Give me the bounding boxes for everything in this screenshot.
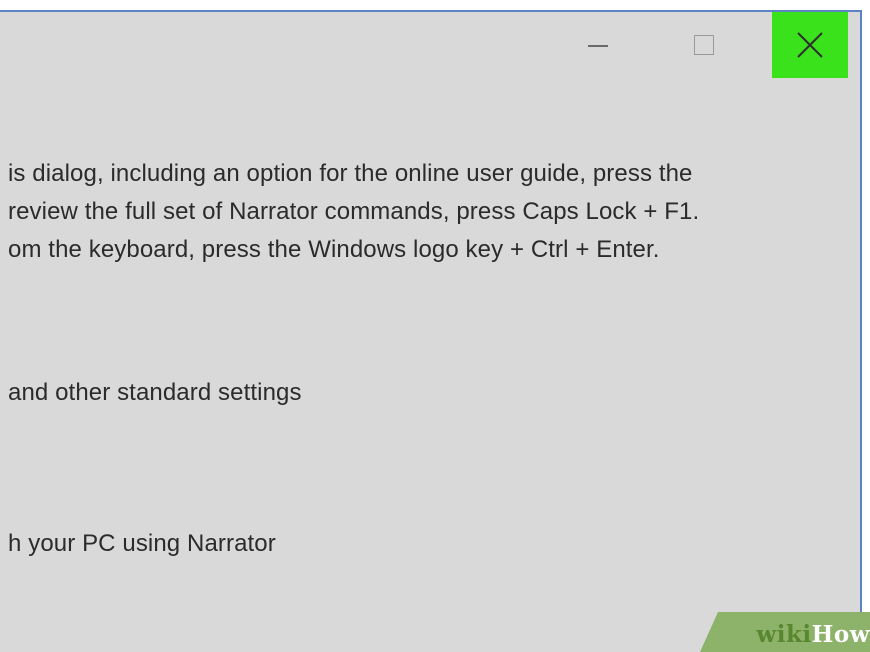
- maximize-button[interactable]: [680, 12, 728, 78]
- minimize-button[interactable]: [574, 12, 622, 78]
- minimize-icon: [588, 45, 608, 47]
- dialog-instruction-line-2: review the full set of Narrator commands…: [8, 198, 700, 225]
- watermark-text-wiki: wiki: [756, 621, 812, 648]
- wikihow-watermark: wikiHow: [700, 612, 870, 652]
- watermark-text-how: How: [811, 621, 870, 648]
- close-button[interactable]: [772, 12, 848, 78]
- narrator-settings-window: is dialog, including an option for the o…: [0, 10, 862, 652]
- dialog-instruction-line-3: om the keyboard, press the Windows logo …: [8, 236, 660, 263]
- close-icon: [797, 32, 823, 58]
- watermark-text: wikiHow: [756, 621, 870, 648]
- dialog-instruction-line-1: is dialog, including an option for the o…: [8, 160, 693, 187]
- narrator-link-text[interactable]: h your PC using Narrator: [8, 530, 276, 558]
- maximize-icon: [694, 35, 714, 55]
- title-bar: [0, 12, 860, 78]
- screenshot-stage: is dialog, including an option for the o…: [0, 0, 870, 652]
- settings-link-text[interactable]: and other standard settings: [8, 379, 302, 407]
